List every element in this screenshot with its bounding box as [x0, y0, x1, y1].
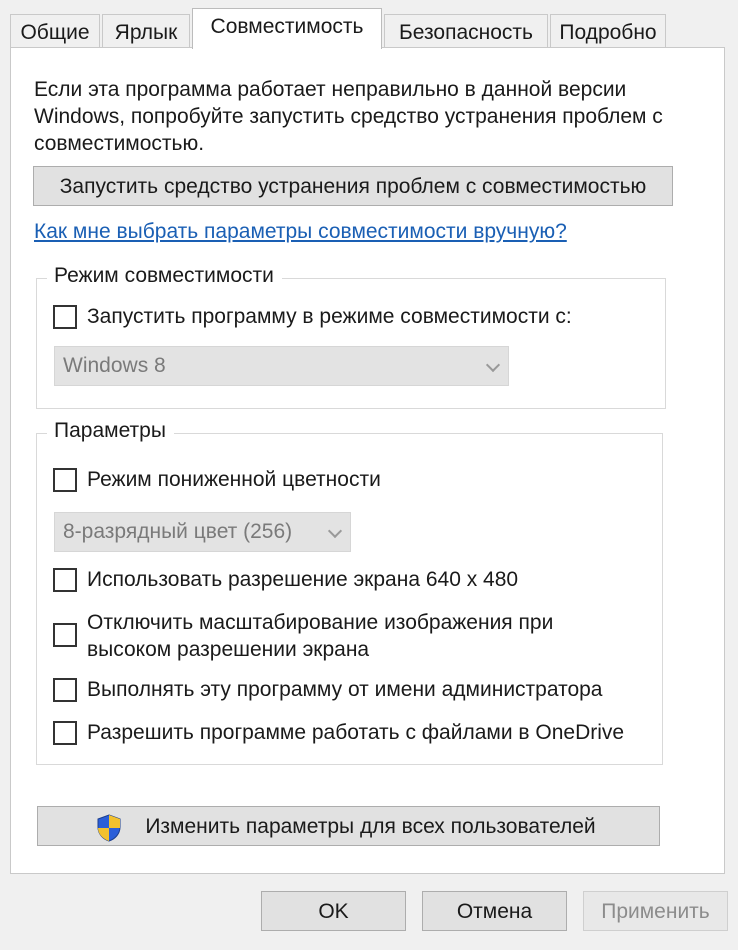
all-users-button[interactable]: Изменить параметры для всех пользователе…: [37, 806, 660, 846]
shield-icon: [97, 814, 121, 842]
compat-mode-legend: Режим совместимости: [47, 264, 282, 288]
tab-details-label: Подробно: [559, 21, 657, 44]
resolution-checkbox[interactable]: [53, 568, 77, 592]
tab-shortcut-label: Ярлык: [114, 21, 178, 44]
tab-details[interactable]: Подробно: [550, 14, 666, 48]
help-link[interactable]: Как мне выбрать параметры совместимости …: [34, 220, 567, 244]
reduced-color-checkbox[interactable]: [53, 468, 77, 492]
onedrive-checkbox[interactable]: [53, 721, 77, 745]
chevron-down-icon: [485, 357, 501, 373]
cancel-button[interactable]: Отмена: [422, 891, 567, 931]
resolution-label[interactable]: Использовать разрешение экрана 640 x 480: [87, 566, 518, 593]
tab-compatibility[interactable]: Совместимость: [192, 8, 382, 49]
dpi-label-line1: Отключить масштабирование изображения пр…: [87, 611, 554, 634]
os-version-select[interactable]: Windows 8: [54, 346, 509, 386]
compatibility-panel: Если эта программа работает неправильно …: [10, 47, 725, 874]
apply-button[interactable]: Применить: [583, 891, 728, 931]
dpi-label-line2: высоком разрешении экрана: [87, 638, 370, 661]
dpi-label[interactable]: Отключить масштабирование изображения пр…: [87, 609, 553, 663]
tab-general[interactable]: Общие: [10, 14, 100, 48]
all-users-button-label: Изменить параметры для всех пользователе…: [145, 815, 596, 838]
chevron-down-icon: [327, 523, 343, 539]
os-version-value: Windows 8: [63, 354, 166, 377]
tab-shortcut[interactable]: Ярлык: [102, 14, 190, 48]
onedrive-label[interactable]: Разрешить программе работать с файлами в…: [87, 719, 624, 746]
settings-legend: Параметры: [47, 419, 174, 443]
cancel-button-label: Отмена: [456, 900, 533, 923]
reduced-color-label[interactable]: Режим пониженной цветности: [87, 466, 381, 493]
tab-general-label: Общие: [20, 21, 90, 44]
tab-security-label: Безопасность: [399, 21, 533, 44]
compat-mode-label[interactable]: Запустить программу в режиме совместимос…: [87, 303, 572, 330]
apply-button-label: Применить: [601, 900, 710, 923]
ok-button[interactable]: OK: [261, 891, 406, 931]
compat-mode-checkbox[interactable]: [53, 305, 77, 329]
ok-button-label: OK: [318, 900, 349, 923]
compat-mode-group: Режим совместимости Запустить программу …: [36, 264, 666, 409]
troubleshoot-button-label: Запустить средство устранения проблем с …: [59, 175, 647, 198]
troubleshoot-button[interactable]: Запустить средство устранения проблем с …: [33, 166, 673, 206]
tab-compatibility-label: Совместимость: [210, 15, 364, 38]
tab-security[interactable]: Безопасность: [384, 14, 548, 48]
settings-group: Параметры Режим пониженной цветности 8-р…: [36, 419, 663, 765]
color-depth-select[interactable]: 8-разрядный цвет (256): [54, 512, 351, 552]
admin-label[interactable]: Выполнять эту программу от имени админис…: [87, 676, 602, 703]
color-depth-value: 8-разрядный цвет (256): [63, 520, 293, 543]
admin-checkbox[interactable]: [53, 678, 77, 702]
dpi-checkbox[interactable]: [53, 623, 77, 647]
intro-text: Если эта программа работает неправильно …: [34, 78, 663, 155]
tab-strip: Общие Ярлык Совместимость Безопасность П…: [10, 8, 690, 49]
